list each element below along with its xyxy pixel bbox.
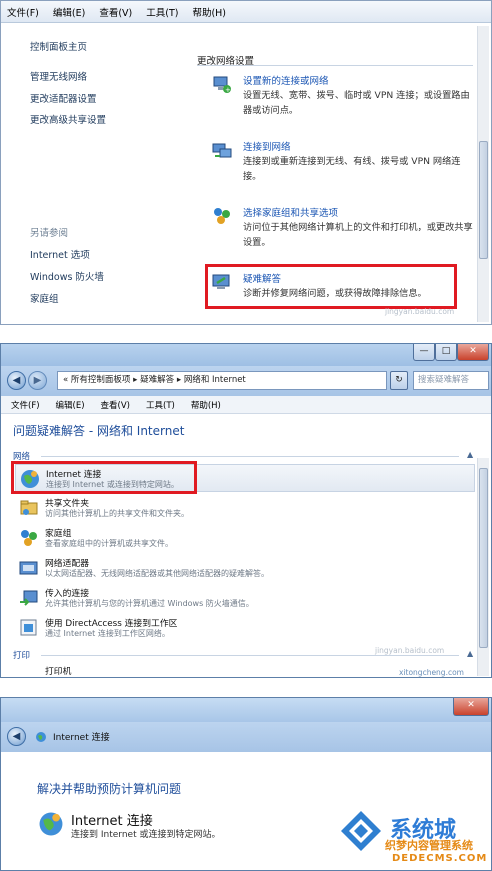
menu-file[interactable]: 文件(F) — [11, 399, 40, 411]
window-title: Internet 连接 — [53, 733, 110, 743]
task-homegroup-sharing[interactable]: 选择家庭组和共享选项 访问位于其他网络计算机上的文件和打印机，或更改共享设置。 — [211, 205, 473, 255]
watermark-baidu-jingyan: jingyan.baidu.com — [385, 307, 455, 316]
watermark-dede: 织梦内容管理系统 — [385, 839, 473, 852]
homegroup-icon — [18, 527, 40, 549]
task-desc: 连接到或重新连接到无线、有线、拨号或 VPN 网络连接。 — [243, 156, 461, 182]
watermark-dede-url: DEDECMS.COM — [392, 853, 488, 864]
search-input[interactable]: 搜索疑难解答 — [413, 371, 489, 390]
internet-connection-small-icon — [35, 731, 47, 743]
task-desc: 设置无线、宽带、拨号、临时或 VPN 连接；或设置路由器或访问点。 — [243, 90, 470, 116]
network-adapter-icon — [18, 557, 40, 579]
menu-help[interactable]: 帮助(H) — [192, 5, 226, 19]
task-title[interactable]: 选择家庭组和共享选项 — [243, 205, 338, 219]
vertical-scrollbar[interactable] — [477, 26, 489, 322]
scrollbar-thumb[interactable] — [479, 141, 488, 259]
item-network-adapter[interactable]: 网络适配器 以太网适配器、无线网络适配器或其他网络适配器的疑难解答。 — [15, 554, 475, 582]
sidebar-advanced-sharing[interactable]: 更改高级共享设置 — [30, 112, 106, 126]
close-button[interactable]: ✕ — [457, 344, 489, 361]
title-bar: ✕ — [1, 698, 491, 722]
connect-network-icon — [211, 139, 233, 161]
menu-file[interactable]: 文件(F) — [7, 5, 39, 19]
breadcrumb-troubleshooting[interactable]: 疑难解答 — [140, 375, 174, 385]
menu-tools[interactable]: 工具(T) — [146, 5, 178, 19]
page-title: 解决并帮助预防计算机问题 — [37, 782, 182, 796]
group-divider — [41, 655, 459, 656]
troubleshooting-network-window: — □ ✕ ◀ ▶ « 所有控制面板项 ▸ 疑难解答 ▸ 网络和 Interne… — [0, 343, 492, 678]
item-incoming-connections[interactable]: 传入的连接 允许其他计算机与您的计算机通过 Windows 防火墙通信。 — [15, 584, 475, 612]
see-also-homegroup[interactable]: 家庭组 — [30, 291, 59, 305]
task-desc: 访问位于其他网络计算机上的文件和打印机，或更改共享设置。 — [243, 222, 473, 248]
task-title[interactable]: 连接到网络 — [243, 139, 291, 153]
menu-edit[interactable]: 编辑(E) — [56, 399, 85, 411]
item-desc: 以太网适配器、无线网络适配器或其他网络适配器的疑难解答。 — [45, 569, 269, 578]
task-connect-network[interactable]: 连接到网络 连接到或重新连接到无线、有线、拨号或 VPN 网络连接。 — [211, 139, 473, 189]
refresh-icon[interactable]: ↻ — [390, 371, 408, 390]
address-row: ◀ ▶ « 所有控制面板项 ▸ 疑难解答 ▸ 网络和 Internet ↻ 搜索… — [1, 366, 491, 396]
network-sharing-center-window: 文件(F) 编辑(E) 查看(V) 工具(T) 帮助(H) 控制面板主页 管理无… — [0, 0, 492, 325]
directaccess-icon — [18, 617, 40, 639]
highlight-troubleshoot — [205, 264, 457, 309]
menu-bar: 文件(F) 编辑(E) 查看(V) 工具(T) 帮助(H) — [1, 1, 491, 23]
sidebar-adapter-settings[interactable]: 更改适配器设置 — [30, 91, 97, 105]
collapse-icon[interactable]: ▲ — [467, 450, 473, 459]
item-homegroup[interactable]: 家庭组 查看家庭组中的计算机或共享文件。 — [15, 524, 475, 552]
item-desc: 访问其他计算机上的共享文件和文件夹。 — [45, 509, 189, 518]
title-bar: — □ ✕ — [1, 344, 491, 366]
task-title[interactable]: 设置新的连接或网络 — [243, 73, 329, 87]
homegroup-icon — [211, 205, 233, 227]
sidebar-manage-wireless[interactable]: 管理无线网络 — [30, 69, 87, 83]
menu-edit[interactable]: 编辑(E) — [53, 5, 85, 19]
address-bar[interactable]: « 所有控制面板项 ▸ 疑难解答 ▸ 网络和 Internet — [57, 371, 387, 390]
forward-icon[interactable]: ▶ — [28, 371, 47, 390]
item-desc: 允许其他计算机与您的计算机通过 Windows 防火墙通信。 — [45, 599, 254, 608]
network-setup-icon: + — [211, 73, 233, 95]
page-title: 问题疑难解答 - 网络和 Internet — [13, 424, 185, 438]
item-desc: 通过 Internet 连接到工作区网络。 — [45, 629, 170, 638]
watermark-baidu-jingyan: jingyan.baidu.com — [375, 646, 445, 655]
scrollbar-thumb[interactable] — [479, 468, 488, 648]
item-shared-folders[interactable]: 共享文件夹 访问其他计算机上的共享文件和文件夹。 — [15, 494, 475, 522]
menu-view[interactable]: 查看(V) — [101, 399, 130, 411]
back-icon[interactable]: ◀ — [7, 371, 26, 390]
breadcrumb-separator: ▸ — [133, 375, 138, 385]
svg-text:+: + — [225, 86, 231, 94]
watermark-xitongcheng: xitongcheng.com — [399, 668, 464, 677]
highlight-internet-connection — [11, 461, 197, 494]
item-desc: 连接到 Internet 或连接到特定网站。 — [71, 830, 221, 840]
maximize-button[interactable]: □ — [435, 344, 457, 361]
breadcrumb-separator: ▸ — [176, 375, 182, 385]
group-divider — [41, 456, 459, 457]
menu-bar: 文件(F) 编辑(E) 查看(V) 工具(T) 帮助(H) — [1, 396, 491, 414]
see-also-windows-firewall[interactable]: Windows 防火墙 — [30, 269, 104, 283]
minimize-button[interactable]: — — [413, 344, 435, 361]
menu-view[interactable]: 查看(V) — [99, 5, 132, 19]
menu-tools[interactable]: 工具(T) — [146, 399, 175, 411]
xitongcheng-logo-icon — [339, 809, 383, 853]
sidebar-control-panel-home[interactable]: 控制面板主页 — [30, 39, 87, 53]
shared-folder-icon — [18, 497, 40, 519]
collapse-icon[interactable]: ▲ — [467, 649, 473, 658]
group-print-label: 打印 — [13, 651, 31, 661]
section-divider — [197, 65, 473, 66]
internet-connection-icon — [37, 810, 65, 838]
item-desc: 查看家庭组中的计算机或共享文件。 — [45, 539, 173, 548]
menu-help[interactable]: 帮助(H) — [191, 399, 221, 411]
breadcrumb-chevrons: « — [63, 375, 69, 385]
incoming-connection-icon — [18, 587, 40, 609]
see-also-heading: 另请参阅 — [30, 228, 69, 239]
task-setup-connection[interactable]: + 设置新的连接或网络 设置无线、宽带、拨号、临时或 VPN 连接；或设置路由器… — [211, 73, 473, 123]
back-icon[interactable]: ◀ — [7, 727, 26, 746]
item-title: 打印机 — [45, 667, 72, 677]
breadcrumb-network-internet[interactable]: 网络和 Internet — [184, 375, 246, 385]
item-directaccess[interactable]: 使用 DirectAccess 连接到工作区 通过 Internet 连接到工作… — [15, 614, 475, 642]
close-button[interactable]: ✕ — [453, 698, 489, 716]
vertical-scrollbar[interactable] — [477, 458, 489, 676]
see-also-internet-options[interactable]: Internet 选项 — [30, 247, 90, 261]
address-row: ◀ Internet 连接 — [1, 722, 491, 752]
breadcrumb-control-panel[interactable]: 所有控制面板项 — [71, 375, 131, 385]
